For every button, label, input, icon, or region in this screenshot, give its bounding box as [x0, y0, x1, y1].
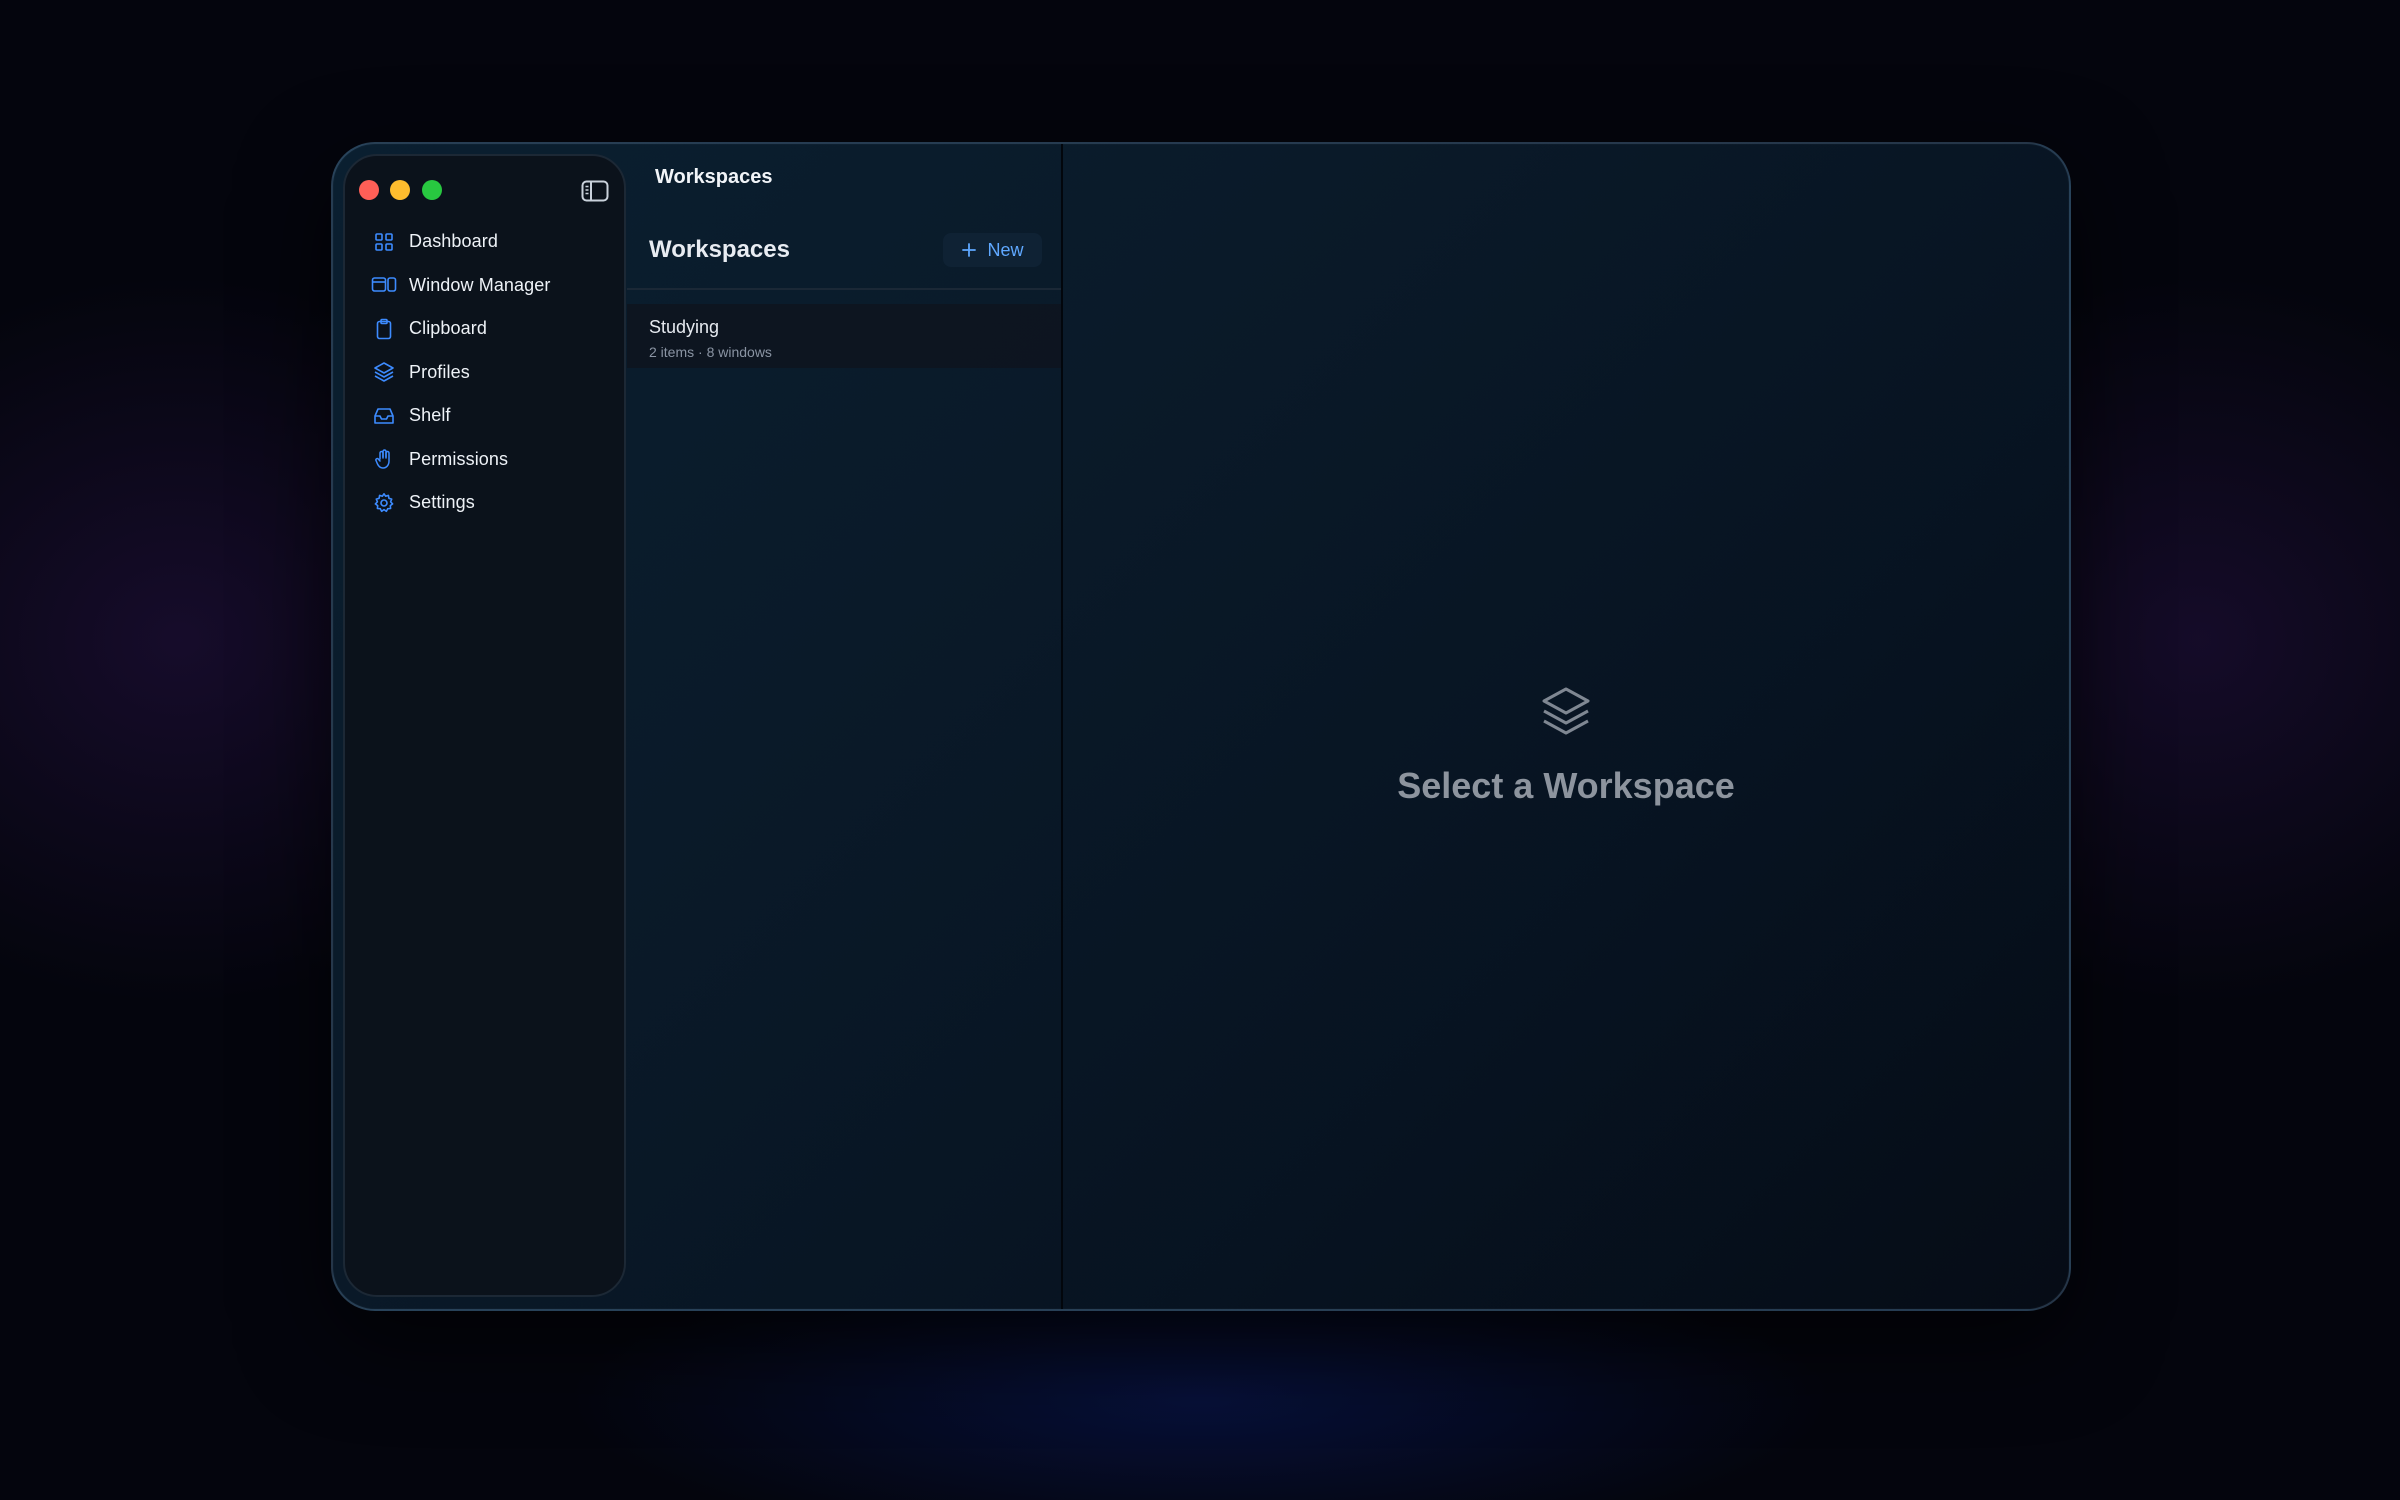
sidebar-item-label: Dashboard [409, 231, 498, 252]
list-item-subtitle: 2 items · 8 windows [649, 344, 772, 360]
sidebar-item-dashboard[interactable]: Dashboard [359, 220, 611, 264]
sidebar: Dashboard Window Manager Clipboard Profi… [343, 154, 626, 1297]
sidebar-item-label: Clipboard [409, 318, 487, 339]
sidebar-item-label: Settings [409, 492, 475, 513]
sidebar-item-label: Window Manager [409, 274, 551, 295]
list-item[interactable]: Studying 2 items · 8 windows [627, 304, 1061, 368]
grid-icon [371, 229, 397, 255]
layers-icon [371, 359, 397, 385]
close-window-button[interactable] [359, 180, 379, 200]
gear-icon [371, 490, 397, 516]
workspace-list-panel: Workspaces New Studying 2 items · 8 wind… [627, 144, 1063, 1309]
app-window: Dashboard Window Manager Clipboard Profi… [331, 142, 2071, 1311]
empty-state: Select a Workspace [1063, 684, 2069, 807]
list-item-title: Studying [649, 317, 720, 337]
sidebar-item-clipboard[interactable]: Clipboard [359, 307, 611, 351]
sidebar-item-profiles[interactable]: Profiles [359, 351, 611, 395]
empty-state-title: Select a Workspace [1397, 765, 1735, 806]
sidebar-toggle-icon[interactable] [581, 180, 609, 202]
sidebar-item-window-manager[interactable]: Window Manager [359, 264, 611, 308]
sidebar-item-label: Shelf [409, 405, 451, 426]
hand-icon [371, 446, 397, 472]
new-button-label: New [987, 239, 1024, 260]
window-manager-icon [371, 272, 397, 298]
sidebar-item-permissions[interactable]: Permissions [359, 438, 611, 482]
clipboard-icon [371, 316, 397, 342]
sidebar-item-settings[interactable]: Settings [359, 481, 611, 525]
new-workspace-button[interactable]: New [943, 233, 1042, 267]
layers-icon [1538, 684, 1594, 740]
maximize-window-button[interactable] [422, 180, 442, 200]
sidebar-item-label: Permissions [409, 448, 509, 469]
sidebar-item-shelf[interactable]: Shelf [359, 394, 611, 438]
tray-icon [371, 403, 397, 429]
list-header: Workspaces [649, 236, 790, 263]
minimize-window-button[interactable] [390, 180, 410, 200]
plus-icon [961, 242, 977, 258]
sidebar-item-label: Profiles [409, 361, 470, 382]
sidebar-nav: Dashboard Window Manager Clipboard Profi… [359, 220, 611, 525]
list-divider [627, 288, 1061, 290]
